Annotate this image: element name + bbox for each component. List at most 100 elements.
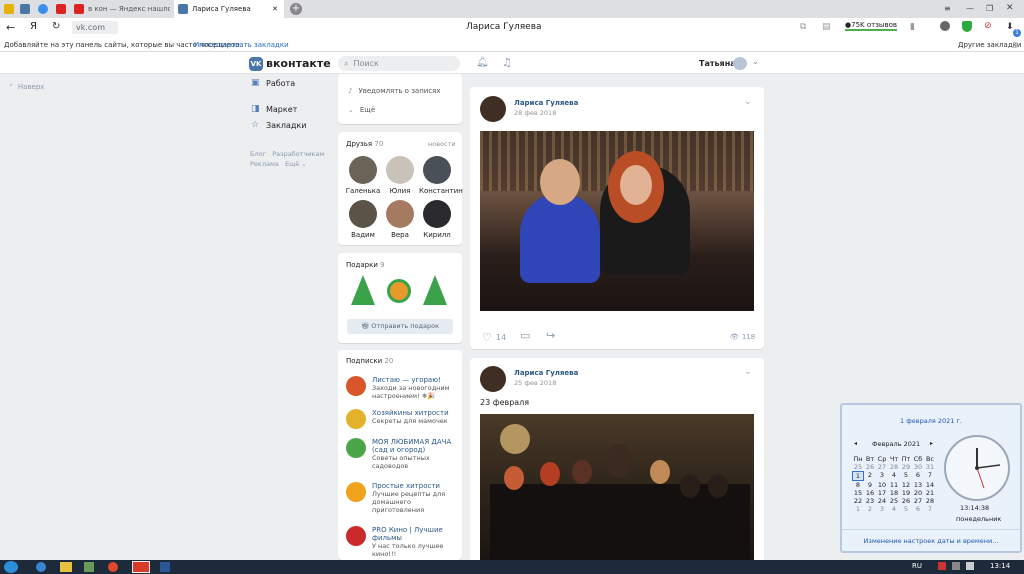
day-cell[interactable]: 1 xyxy=(852,505,864,513)
comment-icon[interactable]: ▭ xyxy=(520,329,530,342)
gift-tree-icon[interactable] xyxy=(422,275,448,307)
adblock-icon[interactable]: ⊘ xyxy=(984,21,992,31)
author-avatar[interactable] xyxy=(480,366,506,392)
day-cell[interactable]: 28 xyxy=(888,463,900,471)
vk-logo-text[interactable]: вконтакте xyxy=(266,57,331,70)
day-cell[interactable]: 27 xyxy=(912,497,924,505)
search-input[interactable]: ⌕ Поиск xyxy=(338,56,460,71)
like-button[interactable]: ♡ 14 xyxy=(482,331,506,344)
month-label[interactable]: Февраль 2021 xyxy=(872,440,920,448)
day-cell[interactable]: 2 xyxy=(864,471,876,481)
menu-item-bookmarks[interactable]: ☆ Закладки xyxy=(251,120,306,130)
more-button[interactable]: ⌄ Ещё xyxy=(348,106,375,114)
reviews-badge[interactable]: ●75K отзывов xyxy=(845,21,897,31)
day-cell[interactable]: 6 xyxy=(912,505,924,513)
day-cell[interactable]: 30 xyxy=(912,463,924,471)
tab-mail[interactable] xyxy=(0,0,14,18)
tab-yandex-search[interactable]: в кон — Яндекс нашлос xyxy=(70,0,170,18)
tray-icon[interactable] xyxy=(952,562,960,570)
friend-item[interactable]: Галенька xyxy=(345,156,381,195)
chevron-down-icon[interactable]: ⌄ xyxy=(752,57,759,66)
day-cell[interactable]: 28 xyxy=(924,497,936,505)
day-cell[interactable]: 10 xyxy=(876,481,888,489)
day-cell[interactable]: 26 xyxy=(864,463,876,471)
friend-item[interactable]: Вадим xyxy=(345,200,381,239)
extension-icon[interactable] xyxy=(940,21,950,31)
day-cell[interactable]: 31 xyxy=(924,463,936,471)
day-cell[interactable]: 3 xyxy=(876,471,888,481)
tab-vk[interactable] xyxy=(16,0,30,18)
media-icon[interactable] xyxy=(84,562,94,572)
subscriptions-title[interactable]: Подписки 20 xyxy=(346,357,393,365)
language-indicator[interactable]: RU xyxy=(912,562,922,570)
back-to-top[interactable]: ⌃ Наверх xyxy=(8,83,44,91)
datetime-settings-link[interactable]: Изменение настроек даты и времени... xyxy=(842,529,1020,551)
other-bookmarks[interactable]: Другие закладки xyxy=(958,41,1021,49)
friend-item[interactable]: Юлия xyxy=(382,156,418,195)
user-name[interactable]: Татьяна xyxy=(699,59,736,68)
day-cell[interactable]: 14 xyxy=(924,481,936,489)
music-icon[interactable]: ♫ xyxy=(502,56,512,69)
day-cell[interactable]: 20 xyxy=(912,489,924,497)
day-cell[interactable]: 27 xyxy=(876,463,888,471)
network-icon[interactable] xyxy=(966,562,974,570)
day-cell[interactable]: 11 xyxy=(888,481,900,489)
chevron-down-icon[interactable]: ⌄ xyxy=(744,97,752,107)
friend-item[interactable]: Вера xyxy=(382,200,418,239)
friends-news-link[interactable]: новости xyxy=(428,140,456,148)
gift-lion-icon[interactable] xyxy=(386,275,412,307)
folder-icon[interactable]: ▯ xyxy=(1013,40,1017,49)
day-cell[interactable]: 25 xyxy=(852,463,864,471)
post-photo[interactable] xyxy=(480,414,754,564)
avatar[interactable] xyxy=(733,57,747,70)
bell-icon[interactable]: 🔔︎ xyxy=(476,57,489,68)
footer-link-ads[interactable]: Реклама xyxy=(250,160,279,168)
day-cell[interactable]: 17 xyxy=(876,489,888,497)
vk-logo-icon[interactable]: VK xyxy=(249,57,263,71)
post-author[interactable]: Лариса Гуляева xyxy=(514,369,578,377)
footer-link-more[interactable]: Ещё ⌄ xyxy=(285,160,307,168)
day-cell[interactable]: 13 xyxy=(912,481,924,489)
taskbar-clock[interactable]: 13:14 xyxy=(990,562,1010,570)
day-cell[interactable]: 9 xyxy=(864,481,876,489)
menu-item-work[interactable]: ▣ Работа xyxy=(251,78,295,88)
folder-icon[interactable] xyxy=(60,562,72,572)
subscription-item[interactable]: Простые хитрости Лучшие рецепты для домаш… xyxy=(346,482,462,514)
post-date[interactable]: 25 фев 2018 xyxy=(514,379,556,387)
close-icon[interactable]: ✕ xyxy=(272,5,278,13)
day-cell[interactable]: 7 xyxy=(924,505,936,513)
prev-month-arrow[interactable]: ◂ xyxy=(854,440,857,447)
footer-link-blog[interactable]: Блог xyxy=(250,150,266,158)
reader-icon[interactable]: ▤ xyxy=(822,22,831,32)
restore-icon[interactable]: ❐ xyxy=(986,4,993,13)
day-cell[interactable]: 19 xyxy=(900,489,912,497)
author-avatar[interactable] xyxy=(480,96,506,122)
copy-icon[interactable]: ⧉ xyxy=(800,22,806,32)
minimize-icon[interactable]: — xyxy=(966,4,974,13)
day-cell[interactable]: 4 xyxy=(888,505,900,513)
friend-item[interactable]: Кирилл xyxy=(419,200,455,239)
import-bookmarks-link[interactable]: Импортировать закладки xyxy=(194,41,289,49)
notify-posts-button[interactable]: ♪ Уведомлять о записях xyxy=(348,87,441,95)
subscription-item[interactable]: МОЯ ЛЮБИМАЯ ДАЧА (сад и огород) Советы оп… xyxy=(346,438,462,470)
new-tab-button[interactable]: + xyxy=(290,3,302,15)
day-cell[interactable]: 5 xyxy=(900,471,912,481)
day-cell[interactable]: 4 xyxy=(888,471,900,481)
url-field[interactable]: vk.com xyxy=(72,21,118,34)
send-gift-button[interactable]: 🎁︎ Отправить подарок xyxy=(347,319,453,334)
day-cell[interactable]: 2 xyxy=(864,505,876,513)
yandex-browser-icon[interactable] xyxy=(132,561,150,573)
bookmark-icon[interactable]: ▮ xyxy=(910,22,915,32)
tab-vk-profile[interactable]: Лариса Гуляева ✕ xyxy=(174,0,284,18)
ie-icon[interactable] xyxy=(36,562,46,572)
day-cell[interactable]: 26 xyxy=(900,497,912,505)
menu-item-market[interactable]: ◨ Маркет xyxy=(251,104,297,114)
tab-drop[interactable] xyxy=(34,0,48,18)
post-photo[interactable] xyxy=(480,131,754,311)
day-cell[interactable]: 12 xyxy=(900,481,912,489)
day-cell[interactable]: 6 xyxy=(912,471,924,481)
tray-icon[interactable] xyxy=(938,562,946,570)
day-cell[interactable]: 3 xyxy=(876,505,888,513)
day-cell[interactable]: 24 xyxy=(876,497,888,505)
browser-icon[interactable] xyxy=(108,562,118,572)
